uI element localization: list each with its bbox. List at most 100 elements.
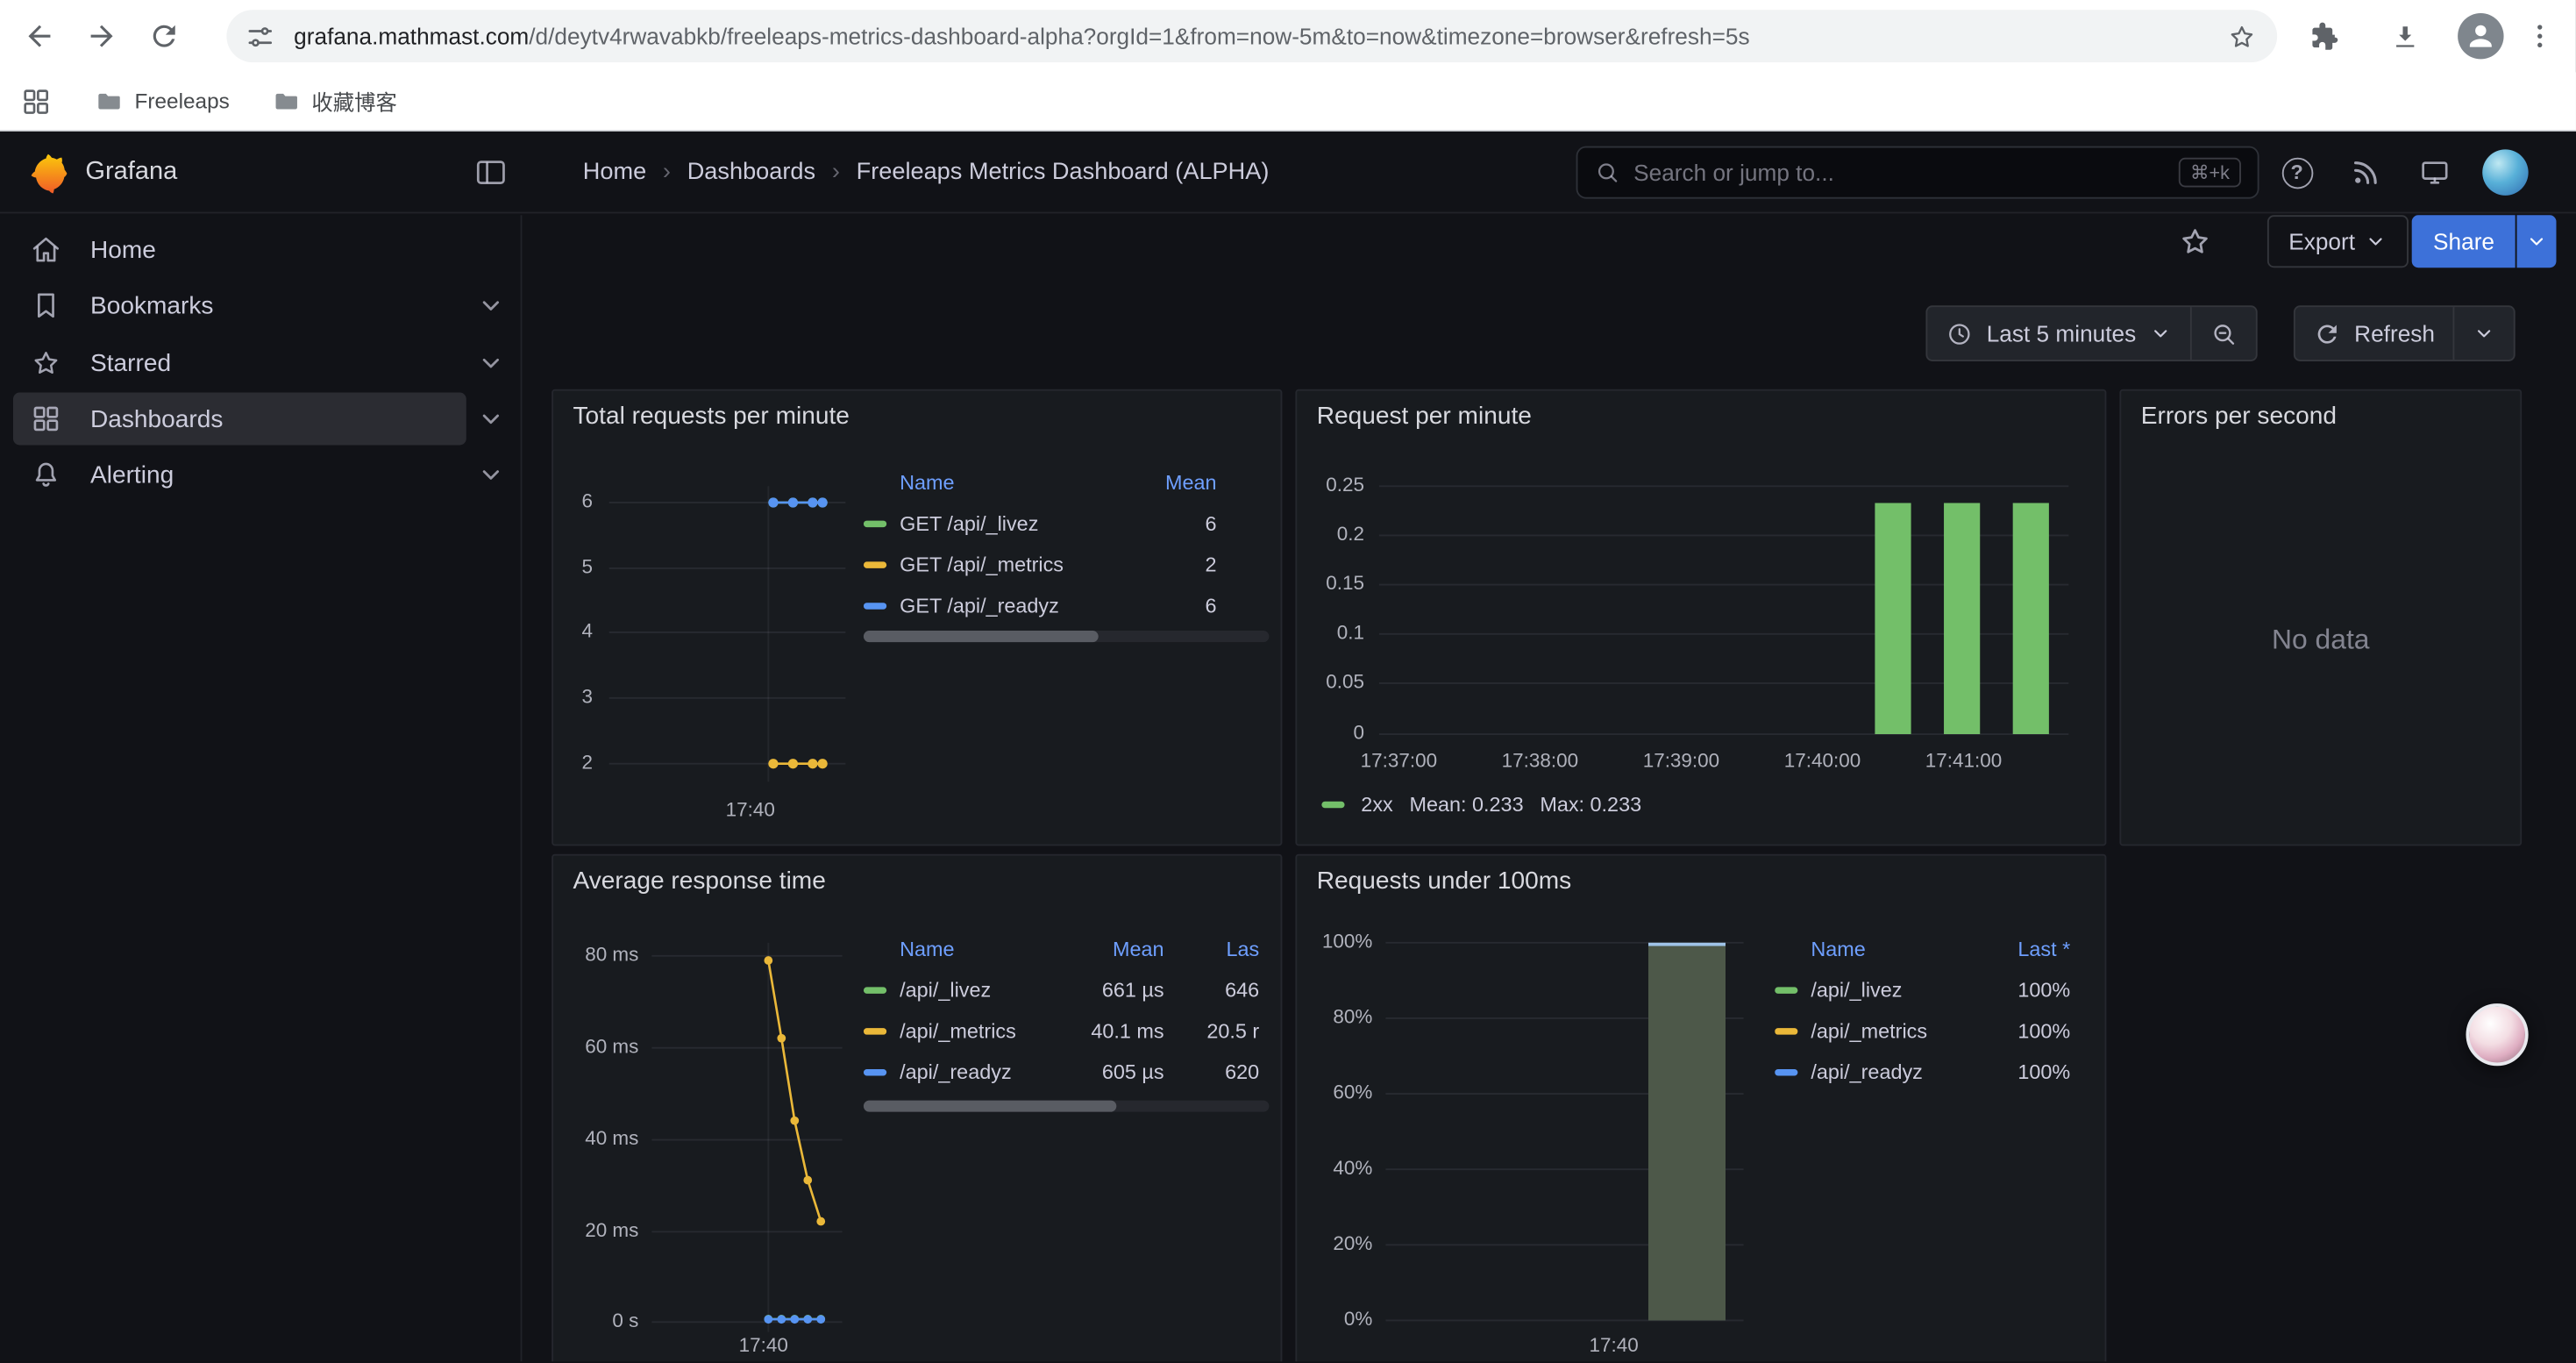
panel-title[interactable]: Request per minute (1317, 403, 1532, 431)
site-settings-icon[interactable] (246, 22, 274, 50)
series-color-indicator (864, 602, 886, 608)
share-dropdown-button[interactable] (2517, 215, 2557, 268)
breadcrumb-current: Freeleaps Metrics Dashboard (ALPHA) (857, 160, 1270, 186)
y-axis-label: 40% (1297, 1156, 1372, 1179)
sidebar-item-home[interactable]: Home (13, 224, 509, 276)
legend-row[interactable]: GET /api/_livez6 (864, 503, 1270, 544)
search-box[interactable]: ⌘+k (1576, 146, 2259, 199)
legend-table: NameMean GET /api/_livez6GET /api/_metric… (864, 463, 1270, 625)
question-mark-icon: ? (2281, 157, 2313, 189)
time-range-picker[interactable]: Last 5 minutes (1927, 307, 2190, 360)
downloads-button[interactable] (2379, 10, 2431, 62)
legend-header-name[interactable]: Name (900, 471, 1125, 494)
legend-row[interactable]: /api/_readyz605 µs620 (864, 1051, 1270, 1092)
bookmark-star-icon[interactable] (2226, 20, 2258, 52)
legend-row[interactable]: /api/_metrics100% (1775, 1010, 2083, 1052)
legend-header-name[interactable]: Name (1811, 938, 1952, 960)
legend-header-last[interactable]: Las (1184, 938, 1259, 960)
folder-icon (96, 87, 124, 115)
legend-row[interactable]: /api/_readyz100% (1775, 1051, 2083, 1092)
forward-button[interactable] (75, 10, 128, 62)
reload-button[interactable] (138, 10, 190, 62)
panel-title[interactable]: Average response time (573, 867, 826, 896)
bookmark-icon (30, 289, 62, 322)
refresh-interval-dropdown[interactable] (2453, 307, 2514, 360)
sidebar-item-label: Dashboards (90, 405, 223, 433)
legend-max-value: Max: 0.233 (1540, 793, 1641, 816)
legend-series-name: GET /api/_readyz (900, 594, 1125, 617)
legend-header-mean[interactable]: Mean (1125, 471, 1217, 494)
legend-series-name: /api/_livez (1811, 978, 1952, 1001)
scrollbar-thumb[interactable] (864, 631, 1099, 642)
apps-grid-icon[interactable] (19, 84, 52, 117)
sidebar-item-starred[interactable]: Starred (13, 337, 509, 389)
legend[interactable]: 2xx Mean: 0.233 Max: 0.233 (1321, 787, 1641, 823)
grafana-header: Grafana Home › Dashboards › Freeleaps Me… (0, 132, 2576, 214)
profile-button[interactable] (2458, 13, 2503, 59)
y-axis-label: 80 ms (553, 943, 638, 966)
legend-row[interactable]: /api/_livez 100% (1775, 969, 2083, 1010)
legend-scrollbar[interactable] (864, 631, 1270, 642)
panel-title[interactable]: Errors per second (2141, 403, 2337, 431)
legend-header-last[interactable]: Last * (1972, 938, 2070, 960)
y-axis-label: 0.2 (1297, 522, 1364, 545)
export-button[interactable]: Export (2267, 215, 2409, 268)
address-bar[interactable]: grafana.mathmast.com/d/deytv4rwavabkb/fr… (226, 10, 2277, 62)
chevron-down-icon[interactable] (476, 290, 506, 320)
sidebar-item-dashboards[interactable]: Dashboards (13, 393, 509, 446)
legend-row[interactable]: /api/_livez661 µs646 (864, 969, 1270, 1010)
monitor-icon (2418, 156, 2451, 189)
help-button[interactable]: ? (2275, 151, 2318, 194)
panel-title[interactable]: Requests under 100ms (1317, 867, 1571, 896)
refresh-label: Refresh (2354, 320, 2435, 346)
panel-average-response-time: Average response time 80 ms60 ms40 ms20 … (551, 854, 1282, 1362)
chevron-down-icon[interactable] (476, 348, 506, 378)
user-avatar[interactable] (2482, 149, 2528, 195)
chevron-down-icon[interactable] (476, 404, 506, 434)
series-color-indicator (864, 986, 886, 992)
news-button[interactable] (2345, 151, 2387, 194)
time-range-controls: Last 5 minutes (1925, 305, 2257, 361)
legend-header-mean[interactable]: Mean (1069, 938, 1164, 960)
breadcrumb-dashboards[interactable]: Dashboards (687, 160, 815, 186)
scrollbar-thumb[interactable] (864, 1101, 1116, 1112)
search-input[interactable] (1633, 160, 2179, 186)
breadcrumb-home[interactable]: Home (583, 160, 646, 186)
back-icon (23, 19, 55, 52)
menu-button[interactable] (2514, 10, 2566, 62)
legend-header-name[interactable]: Name (900, 938, 1069, 960)
bookmark-item[interactable]: 收藏博客 (272, 85, 396, 117)
sidebar-item-alerting[interactable]: Alerting (13, 448, 509, 501)
kiosk-mode-button[interactable] (2414, 151, 2457, 194)
sidebar-nav: HomeBookmarksStarred Dashboards Alerting (0, 215, 522, 1361)
grafana-logo[interactable] (26, 151, 69, 194)
refresh-button[interactable]: Refresh (2295, 307, 2453, 360)
panel-title[interactable]: Total requests per minute (573, 403, 850, 431)
reload-icon (148, 19, 181, 52)
star-icon (2177, 224, 2213, 260)
legend-row[interactable]: GET /api/_metrics2 (864, 544, 1270, 585)
legend-scrollbar[interactable] (864, 1101, 1270, 1112)
sidebar-toggle-button[interactable] (473, 154, 509, 190)
forward-icon (85, 19, 117, 52)
bookmark-item[interactable]: Freeleaps (96, 87, 230, 115)
sidebar-item-bookmarks[interactable]: Bookmarks (13, 279, 509, 332)
extensions-button[interactable] (2297, 10, 2350, 62)
series-color-indicator (864, 1027, 886, 1033)
legend-last-value: 620 (1184, 1060, 1259, 1083)
bookmark-label: Freeleaps (135, 89, 230, 113)
legend-last-value: 100% (1972, 978, 2070, 1001)
assistant-avatar[interactable] (2466, 1003, 2528, 1066)
zoom-out-button[interactable] (2190, 307, 2256, 360)
y-axis-label: 60 ms (553, 1035, 638, 1058)
legend-row[interactable]: GET /api/_readyz6 (864, 585, 1270, 626)
legend-header-row: NameMean Las (864, 930, 1270, 969)
legend-row[interactable]: /api/_metrics40.1 ms20.5 r (864, 1010, 1270, 1052)
legend-series-name: /api/_livez (900, 978, 1069, 1001)
share-button[interactable]: Share (2412, 215, 2516, 268)
favorite-star-button[interactable] (2177, 224, 2213, 260)
back-button[interactable] (13, 10, 66, 62)
legend-series-name[interactable]: 2xx (1361, 793, 1392, 816)
chevron-down-icon[interactable] (476, 460, 506, 489)
y-axis-label: 20 ms (553, 1218, 638, 1241)
